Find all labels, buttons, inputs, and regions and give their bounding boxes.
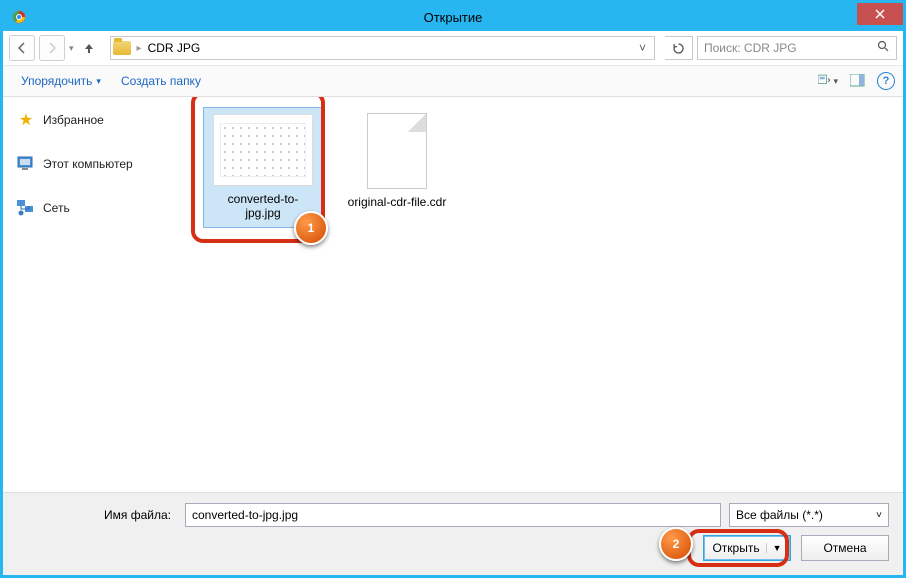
- app-icon: [11, 9, 27, 25]
- forward-button[interactable]: [39, 35, 65, 61]
- filename-label: Имя файла:: [17, 508, 177, 522]
- file-list[interactable]: converted-to-jpg.jpg 1 original-cdr-file…: [193, 97, 903, 492]
- chevron-right-icon: ▸: [137, 43, 142, 54]
- new-folder-button[interactable]: Создать папку: [111, 70, 211, 92]
- close-button[interactable]: [857, 3, 903, 25]
- split-button-caret-icon[interactable]: ▼: [766, 543, 782, 553]
- dialog-footer: Имя файла: Все файлы (*.*) ˅ 2 Открыть ▼…: [3, 492, 903, 575]
- address-dropdown-icon[interactable]: ˅: [633, 41, 652, 55]
- navigation-bar: ▾ ▸ CDR JPG ˅ Поиск: CDR JPG: [3, 31, 903, 65]
- star-icon: ★: [17, 111, 35, 129]
- folder-icon: [113, 41, 131, 55]
- dialog-title: Открытие: [424, 10, 483, 25]
- file-icon: [367, 113, 427, 189]
- open-button[interactable]: Открыть ▼: [703, 535, 791, 561]
- sidebar-item-network[interactable]: Сеть: [13, 193, 183, 223]
- open-label: Открыть: [712, 541, 759, 555]
- file-open-dialog: Открытие ▾ ▸ CDR JPG ˅: [0, 0, 906, 578]
- dialog-body: ▾ ▸ CDR JPG ˅ Поиск: CDR JPG У: [3, 31, 903, 575]
- search-input[interactable]: Поиск: CDR JPG: [697, 36, 897, 60]
- content-area: ★ Избранное Этот компьютер Сеть: [3, 97, 903, 492]
- file-thumbnail: [213, 114, 313, 186]
- help-button[interactable]: ?: [877, 72, 895, 90]
- sidebar-label-network: Сеть: [43, 201, 70, 215]
- organize-label: Упорядочить: [21, 74, 92, 88]
- view-options-button[interactable]: ▾: [817, 70, 839, 92]
- filter-value: Все файлы (*.*): [736, 508, 823, 522]
- file-item-selected[interactable]: converted-to-jpg.jpg 1: [203, 107, 323, 228]
- cancel-button[interactable]: Отмена: [801, 535, 889, 561]
- computer-icon: [17, 155, 35, 173]
- back-button[interactable]: [9, 35, 35, 61]
- search-icon: [877, 40, 890, 56]
- sidebar-label-favorites: Избранное: [43, 113, 104, 127]
- file-item[interactable]: original-cdr-file.cdr: [337, 107, 457, 215]
- chevron-down-icon: ▾: [96, 76, 101, 87]
- up-button[interactable]: [78, 37, 100, 59]
- sidebar-item-favorites[interactable]: ★ Избранное: [13, 105, 183, 135]
- toolbar: Упорядочить ▾ Создать папку ▾ ?: [3, 65, 903, 97]
- recent-dropdown-icon[interactable]: ▾: [69, 43, 74, 54]
- filename-input[interactable]: [185, 503, 721, 527]
- network-icon: [17, 199, 35, 217]
- chevron-down-icon: ˅: [876, 510, 882, 521]
- organize-menu[interactable]: Упорядочить ▾: [11, 70, 111, 92]
- annotation-callout-1: 1: [294, 211, 328, 245]
- annotation-callout-2: 2: [659, 527, 693, 561]
- file-name: original-cdr-file.cdr: [348, 195, 447, 209]
- cancel-label: Отмена: [823, 541, 866, 555]
- new-folder-label: Создать папку: [121, 74, 201, 88]
- preview-pane-button[interactable]: [847, 70, 869, 92]
- file-type-filter[interactable]: Все файлы (*.*) ˅: [729, 503, 889, 527]
- search-placeholder: Поиск: CDR JPG: [704, 41, 797, 55]
- sidebar-label-computer: Этот компьютер: [43, 157, 133, 171]
- titlebar: Открытие: [3, 3, 903, 31]
- address-bar[interactable]: ▸ CDR JPG ˅: [110, 36, 655, 60]
- refresh-button[interactable]: [665, 36, 693, 60]
- breadcrumb-folder[interactable]: CDR JPG: [148, 41, 201, 55]
- sidebar: ★ Избранное Этот компьютер Сеть: [3, 97, 193, 492]
- sidebar-item-computer[interactable]: Этот компьютер: [13, 149, 183, 179]
